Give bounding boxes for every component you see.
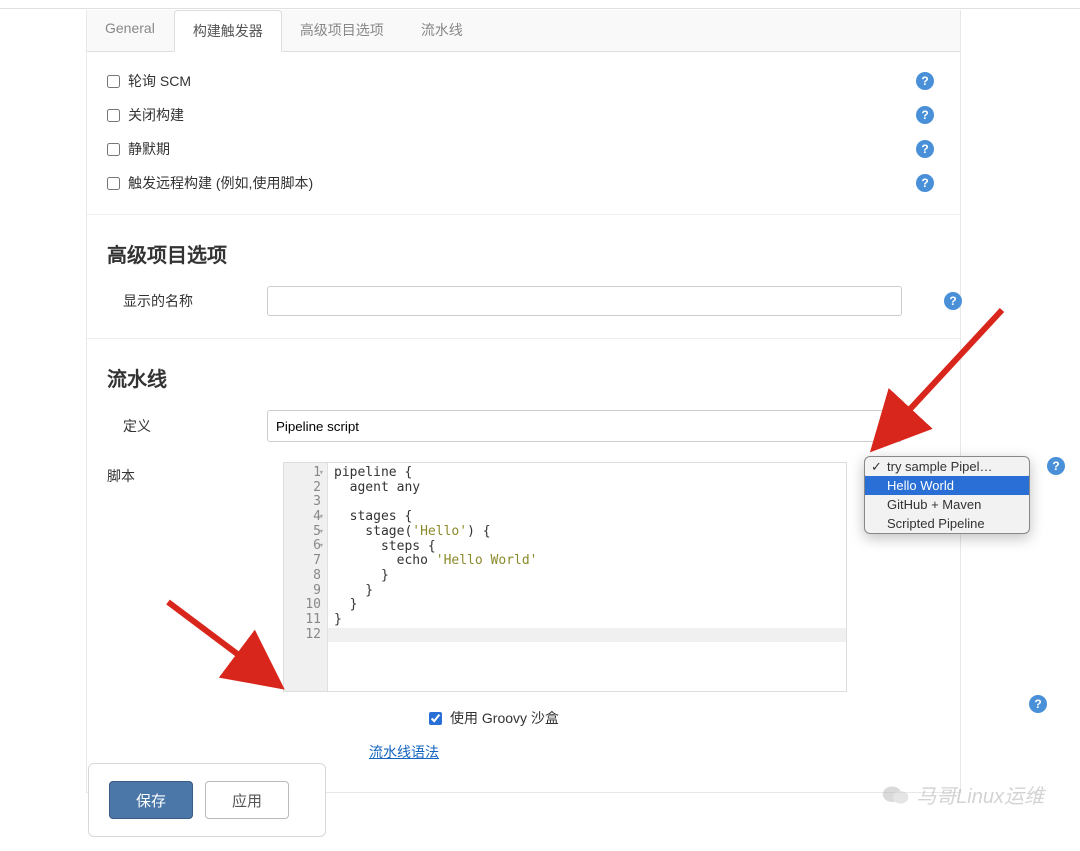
dropdown-option[interactable]: Scripted Pipeline xyxy=(865,514,1029,533)
poll-scm-checkbox[interactable] xyxy=(107,75,120,88)
config-panel: General 构建触发器 高级项目选项 流水线 轮询 SCM ? 关闭构建 ?… xyxy=(86,10,961,793)
help-icon[interactable]: ? xyxy=(916,106,934,124)
pipeline-section-title: 流水线 xyxy=(87,338,960,402)
definition-label: 定义 xyxy=(107,416,267,436)
quiet-period-checkbox[interactable] xyxy=(107,143,120,156)
code-editor[interactable]: 123456789101112 pipeline { agent any sta… xyxy=(283,462,847,692)
watermark: 马哥Linux运维 xyxy=(882,780,1044,809)
apply-button[interactable]: 应用 xyxy=(205,781,289,819)
remote-trigger-checkbox[interactable] xyxy=(107,177,120,190)
disable-build-label: 关闭构建 xyxy=(128,105,184,125)
help-icon[interactable]: ? xyxy=(944,292,962,310)
tab-advanced-options[interactable]: 高级项目选项 xyxy=(282,10,403,51)
help-icon[interactable]: ? xyxy=(916,174,934,192)
dropdown-option[interactable]: try sample Pipel… xyxy=(864,456,1030,477)
help-icon[interactable]: ? xyxy=(916,72,934,90)
tab-build-triggers[interactable]: 构建触发器 xyxy=(174,10,282,52)
display-name-label: 显示的名称 xyxy=(107,291,267,311)
quiet-period-label: 静默期 xyxy=(128,139,170,159)
script-area: 脚本 123456789101112 pipeline { agent any … xyxy=(283,462,983,692)
remote-trigger-label: 触发远程构建 (例如,使用脚本) xyxy=(128,173,313,193)
groovy-sandbox-checkbox[interactable] xyxy=(429,712,442,725)
pipeline-syntax-link[interactable]: 流水线语法 xyxy=(369,744,439,760)
groovy-sandbox-label: 使用 Groovy 沙盒 xyxy=(450,708,559,728)
script-label: 脚本 xyxy=(107,466,135,486)
display-name-input[interactable] xyxy=(267,286,902,316)
definition-select[interactable]: Pipeline script xyxy=(267,410,902,442)
save-button[interactable]: 保存 xyxy=(109,781,193,819)
tab-general[interactable]: General xyxy=(87,10,174,51)
dropdown-option[interactable]: Hello World xyxy=(865,476,1029,495)
tabs-bar: General 构建触发器 高级项目选项 流水线 xyxy=(87,10,960,52)
disable-build-checkbox[interactable] xyxy=(107,109,120,122)
editor-code[interactable]: pipeline { agent any stages { stage('Hel… xyxy=(328,463,846,691)
dropdown-option[interactable]: GitHub + Maven xyxy=(865,495,1029,514)
poll-scm-label: 轮询 SCM xyxy=(128,71,191,91)
help-icon[interactable]: ? xyxy=(1029,695,1047,713)
sample-pipeline-dropdown[interactable]: try sample Pipel…Hello WorldGitHub + Mav… xyxy=(864,456,1030,534)
help-icon[interactable]: ? xyxy=(916,140,934,158)
advanced-section-title: 高级项目选项 xyxy=(87,214,960,278)
triggers-section: 轮询 SCM ? 关闭构建 ? 静默期 ? 触发远程构建 (例如,使用脚本) ? xyxy=(87,52,960,200)
action-buttons: 保存 应用 xyxy=(88,763,326,837)
editor-gutter: 123456789101112 xyxy=(284,463,328,691)
tab-pipeline[interactable]: 流水线 xyxy=(403,10,482,51)
wechat-icon xyxy=(882,784,910,806)
help-icon[interactable]: ? xyxy=(1047,457,1065,475)
